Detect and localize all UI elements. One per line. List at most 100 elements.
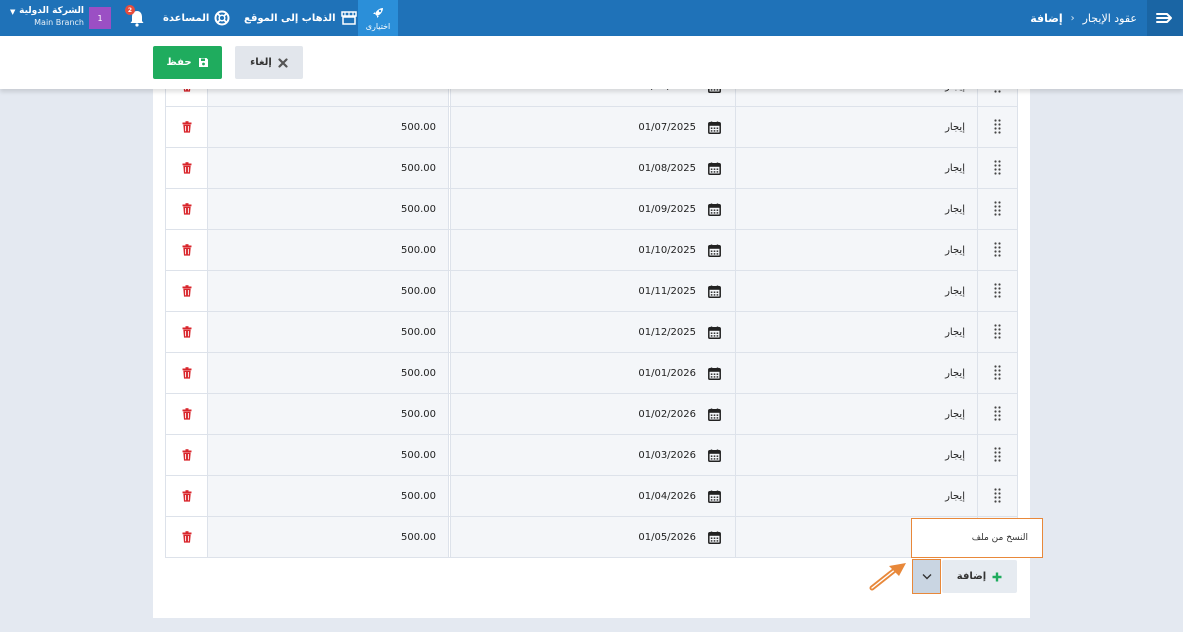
amount-cell[interactable]: 500.00 — [207, 435, 449, 475]
amount-cell[interactable]: 500.00 — [207, 148, 449, 188]
table-row: إيجار 01/09/2025 500.00 — [165, 189, 1018, 230]
delete-row-button[interactable] — [165, 517, 207, 557]
amount-cell[interactable]: 500.00 — [207, 517, 449, 557]
drag-handle-icon — [994, 160, 1001, 175]
delete-row-button[interactable] — [165, 148, 207, 188]
date-value: 01/07/2025 — [638, 121, 696, 133]
drag-handle[interactable] — [977, 435, 1018, 475]
add-options-toggle[interactable] — [912, 559, 941, 594]
add-row-button[interactable]: إضافة — [942, 560, 1017, 593]
cancel-label: إلغاء — [250, 57, 272, 68]
go-to-site-link[interactable]: الذهاب إلى الموقع — [244, 0, 357, 36]
save-label: حفظ — [166, 57, 192, 68]
type-cell[interactable]: إيجار — [735, 312, 977, 352]
favorites-button[interactable]: اختيارى — [358, 0, 398, 36]
type-cell[interactable]: إيجار — [735, 353, 977, 393]
table-row: إيجار 01/11/2025 500.00 — [165, 271, 1018, 312]
amount-cell[interactable]: 500.00 — [207, 312, 449, 352]
delete-row-button[interactable] — [165, 189, 207, 229]
table-row: إيجار 01/08/2025 500.00 — [165, 148, 1018, 189]
company-name: الشركة الدولية — [19, 6, 84, 16]
amount-cell[interactable]: 500.00 — [207, 394, 449, 434]
plus-icon — [992, 572, 1002, 581]
copy-from-file-option[interactable]: النسخ من ملف — [972, 533, 1028, 543]
breadcrumb-current: إضافة — [1030, 11, 1063, 25]
date-cell[interactable]: 01/12/2025 — [450, 312, 735, 352]
drag-handle[interactable] — [977, 476, 1018, 516]
amount-cell[interactable]: 500.00 — [207, 476, 449, 516]
date-cell[interactable]: 01/01/2026 — [450, 353, 735, 393]
drag-handle-icon — [994, 365, 1001, 380]
date-cell[interactable]: 01/04/2026 — [450, 476, 735, 516]
drag-handle[interactable] — [977, 148, 1018, 188]
delete-row-button[interactable] — [165, 312, 207, 352]
branch-name: Main Branch — [34, 18, 84, 27]
sidebar-toggle-button[interactable] — [1147, 0, 1183, 36]
type-cell[interactable]: إيجار — [735, 148, 977, 188]
add-label: إضافة — [956, 571, 987, 582]
table-row: إيجار 01/10/2025 500.00 — [165, 230, 1018, 271]
date-cell[interactable]: 01/05/2026 — [450, 517, 735, 557]
trash-icon — [182, 408, 191, 420]
cancel-button[interactable]: إلغاء — [235, 46, 303, 79]
delete-row-button[interactable] — [165, 435, 207, 475]
drag-handle[interactable] — [977, 312, 1018, 352]
date-cell[interactable]: 01/07/2025 — [450, 107, 735, 147]
store-icon — [340, 11, 357, 25]
amount-cell[interactable]: 500.00 — [207, 353, 449, 393]
delete-row-button[interactable] — [165, 107, 207, 147]
type-cell[interactable]: إيجار — [735, 189, 977, 229]
calendar-icon — [708, 408, 721, 421]
type-cell[interactable]: إيجار — [735, 230, 977, 270]
trash-icon — [182, 244, 191, 256]
company-switcher[interactable]: الشركة الدولية Main Branch — [10, 6, 84, 28]
table-row: 01/05/2026 500.00 — [165, 517, 1018, 558]
delete-row-button[interactable] — [165, 394, 207, 434]
delete-row-button[interactable] — [165, 353, 207, 393]
drag-handle-icon — [994, 406, 1001, 421]
calendar-icon — [708, 531, 721, 544]
delete-row-button[interactable] — [165, 476, 207, 516]
drag-handle[interactable] — [977, 353, 1018, 393]
drag-handle[interactable] — [977, 271, 1018, 311]
save-button[interactable]: حفظ — [153, 46, 222, 79]
date-cell[interactable]: 01/03/2026 — [450, 435, 735, 475]
drag-handle-icon — [994, 324, 1001, 339]
amount-cell[interactable]: 500.00 — [207, 189, 449, 229]
breadcrumb-parent-link[interactable]: عقود الإيجار — [1083, 12, 1137, 25]
type-cell[interactable]: إيجار — [735, 107, 977, 147]
date-cell[interactable]: 01/02/2026 — [450, 394, 735, 434]
type-cell[interactable]: إيجار — [735, 476, 977, 516]
trash-icon — [182, 326, 191, 338]
trash-icon — [182, 531, 191, 543]
amount-cell[interactable]: 500.00 — [207, 230, 449, 270]
close-icon — [278, 57, 288, 68]
drag-handle-icon — [994, 119, 1001, 134]
table-row: إيجار 01/07/2025 500.00 — [165, 107, 1018, 148]
delete-row-button[interactable] — [165, 230, 207, 270]
date-value: 01/10/2025 — [638, 244, 696, 256]
amount-cell[interactable]: 500.00 — [207, 107, 449, 147]
type-cell[interactable]: إيجار — [735, 394, 977, 434]
type-cell[interactable]: إيجار — [735, 435, 977, 475]
drag-handle[interactable] — [977, 394, 1018, 434]
date-cell[interactable]: 01/11/2025 — [450, 271, 735, 311]
favorites-label: اختيارى — [365, 21, 391, 31]
drag-handle[interactable] — [977, 230, 1018, 270]
calendar-icon — [708, 326, 721, 339]
add-options-dropdown: النسخ من ملف — [911, 518, 1043, 558]
calendar-icon — [708, 449, 721, 462]
date-value: 01/01/2026 — [638, 367, 696, 379]
branch-number-badge[interactable]: 1 — [89, 7, 111, 29]
date-cell[interactable]: 01/09/2025 — [450, 189, 735, 229]
type-cell[interactable]: إيجار — [735, 271, 977, 311]
drag-handle[interactable] — [977, 107, 1018, 147]
help-link[interactable]: المساعدة — [163, 0, 230, 36]
drag-handle[interactable] — [977, 189, 1018, 229]
date-cell[interactable]: 01/10/2025 — [450, 230, 735, 270]
chevron-down-icon — [922, 574, 931, 580]
drag-handle-icon — [994, 447, 1001, 462]
date-cell[interactable]: 01/08/2025 — [450, 148, 735, 188]
amount-cell[interactable]: 500.00 — [207, 271, 449, 311]
delete-row-button[interactable] — [165, 271, 207, 311]
